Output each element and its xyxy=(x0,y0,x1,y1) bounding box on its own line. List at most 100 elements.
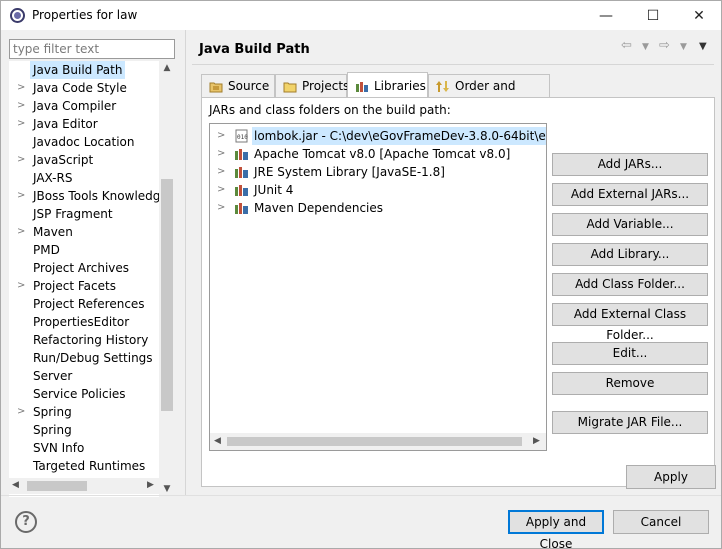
tree-item[interactable]: > Java Code Style xyxy=(9,79,159,97)
tree-item-label: Project Facets xyxy=(33,279,116,293)
expand-chevron-icon[interactable]: > xyxy=(17,115,27,133)
scroll-up-icon[interactable]: ▲ xyxy=(162,63,172,73)
edit-button[interactable]: Edit... xyxy=(552,342,708,365)
remove-button[interactable]: Remove xyxy=(552,372,708,395)
apply-button[interactable]: Apply xyxy=(626,465,716,489)
scrollbar-thumb[interactable] xyxy=(27,481,87,491)
back-arrow-icon[interactable]: ⇦ xyxy=(621,38,632,53)
tree-item-label: Maven xyxy=(33,225,73,239)
expand-chevron-icon[interactable]: > xyxy=(17,97,27,115)
tree-item[interactable]: JAX-RS xyxy=(9,169,159,187)
order-export-icon xyxy=(436,81,449,92)
library-icon xyxy=(235,203,248,214)
tree-item[interactable]: JSP Fragment xyxy=(9,205,159,223)
tree-item-label: Javadoc Location xyxy=(33,135,135,149)
tree-item[interactable]: > JavaScript xyxy=(9,151,159,169)
tree-item-label: Java Code Style xyxy=(33,81,127,95)
tree-item-label: JBoss Tools Knowledge xyxy=(33,189,168,203)
tree-item-label: Server xyxy=(33,369,73,383)
tree-item[interactable]: Java Build Path xyxy=(9,61,159,79)
expand-chevron-icon[interactable]: > xyxy=(217,145,225,163)
tree-item[interactable]: > Maven xyxy=(9,223,159,241)
forward-menu-chevron-icon[interactable]: ▼ xyxy=(680,42,687,52)
tree-item[interactable]: Refactoring History xyxy=(9,331,159,349)
tree-item[interactable]: > Java Compiler xyxy=(9,97,159,115)
expand-chevron-icon[interactable]: > xyxy=(17,277,27,295)
tree-item[interactable]: PropertiesEditor xyxy=(9,313,159,331)
expand-chevron-icon[interactable]: > xyxy=(17,187,27,205)
minimize-button[interactable]: — xyxy=(583,1,629,31)
libraries-icon xyxy=(356,82,368,92)
tree-item[interactable]: Project Archives xyxy=(9,259,159,277)
cancel-button[interactable]: Cancel xyxy=(613,510,709,534)
add-variable-button[interactable]: Add Variable... xyxy=(552,213,708,236)
add-class-folder-button[interactable]: Add Class Folder... xyxy=(552,273,708,296)
back-menu-chevron-icon[interactable]: ▼ xyxy=(642,42,649,52)
tree-item-label: Spring xyxy=(33,423,72,437)
tree-item-label: JAX-RS xyxy=(33,171,73,185)
tab-source[interactable]: Source xyxy=(201,74,275,97)
tree-item-label: PMD xyxy=(33,243,60,257)
tree-item[interactable]: SVN Info xyxy=(9,439,159,457)
add-library-button[interactable]: Add Library... xyxy=(552,243,708,266)
tree-horizontal-scrollbar[interactable]: ◀ ▶ xyxy=(9,478,159,494)
tab-libraries[interactable]: Libraries xyxy=(347,72,428,97)
tree-item[interactable]: PMD xyxy=(9,241,159,259)
tree-item[interactable]: Server xyxy=(9,367,159,385)
tree-item[interactable]: Project References xyxy=(9,295,159,313)
tree-item[interactable]: > Java Editor xyxy=(9,115,159,133)
view-menu-icon[interactable]: ▼ xyxy=(699,41,707,52)
tree-item-label: Refactoring History xyxy=(33,333,149,347)
scroll-left-icon[interactable]: ◀ xyxy=(214,436,221,446)
apply-and-close-button[interactable]: Apply and Close xyxy=(508,510,604,549)
entry-label: Maven Dependencies xyxy=(254,201,384,215)
library-icon xyxy=(235,167,248,178)
filter-input[interactable] xyxy=(9,39,175,59)
scroll-left-icon[interactable]: ◀ xyxy=(12,480,19,490)
tree-item-label: SVN Info xyxy=(33,441,85,455)
help-icon[interactable]: ? xyxy=(15,511,37,533)
add-external-jars-button[interactable]: Add External JARs... xyxy=(552,183,708,206)
tab-projects[interactable]: Projects xyxy=(275,74,349,97)
migrate-jar-button[interactable]: Migrate JAR File... xyxy=(552,411,708,434)
expand-chevron-icon[interactable]: > xyxy=(217,181,225,199)
entry-label: JRE System Library [JavaSE-1.8] xyxy=(254,165,445,179)
tree-vertical-scrollbar[interactable]: ▲ ▼ xyxy=(159,61,175,497)
close-button[interactable]: ✕ xyxy=(676,1,722,31)
maximize-button[interactable]: ☐ xyxy=(630,1,676,31)
projects-folder-icon xyxy=(283,82,297,93)
entries-horizontal-scrollbar[interactable]: ◀ ▶ xyxy=(210,433,546,450)
tree-item-label: Java Build Path xyxy=(30,61,126,79)
tree-item[interactable]: Targeted Runtimes xyxy=(9,457,159,475)
expand-chevron-icon[interactable]: > xyxy=(217,163,225,181)
add-jars-button[interactable]: Add JARs... xyxy=(552,153,708,176)
scroll-right-icon[interactable]: ▶ xyxy=(533,436,540,446)
tree-item[interactable]: Service Policies xyxy=(9,385,159,403)
pane-divider[interactable] xyxy=(185,30,186,495)
add-external-class-folder-button[interactable]: Add External Class Folder... xyxy=(552,303,708,342)
expand-chevron-icon[interactable]: > xyxy=(17,403,27,421)
tree-item[interactable]: > JBoss Tools Knowledge xyxy=(9,187,168,205)
page-title: Java Build Path xyxy=(199,42,310,57)
tab-order-and-export[interactable]: Order and Export xyxy=(428,74,550,115)
scrollbar-thumb[interactable] xyxy=(227,437,522,446)
scrollbar-thumb[interactable] xyxy=(161,179,173,411)
tree-item[interactable]: > Project Facets xyxy=(9,277,159,295)
expand-chevron-icon[interactable]: > xyxy=(17,79,27,97)
forward-arrow-icon[interactable]: ⇨ xyxy=(659,38,670,53)
expand-chevron-icon[interactable]: > xyxy=(17,151,27,169)
tree-item[interactable]: > Spring xyxy=(9,403,159,421)
properties-tree: Java Build Path > Java Code Style > Java Com… xyxy=(9,61,175,497)
entry-label: Apache Tomcat v8.0 [Apache Tomcat v8.0] xyxy=(254,147,511,161)
tree-item[interactable]: Javadoc Location xyxy=(9,133,159,151)
expand-chevron-icon[interactable]: > xyxy=(17,223,27,241)
scroll-right-icon[interactable]: ▶ xyxy=(147,480,154,490)
tree-item-label: Java Editor xyxy=(33,117,98,131)
tree-item[interactable]: Spring xyxy=(9,421,159,439)
scroll-down-icon[interactable]: ▼ xyxy=(162,484,172,494)
expand-chevron-icon[interactable]: > xyxy=(217,199,225,217)
tree-item[interactable]: Run/Debug Settings xyxy=(9,349,159,367)
jar-file-icon: 010 xyxy=(235,129,248,143)
tree-item-label: Run/Debug Settings xyxy=(33,351,153,365)
expand-chevron-icon[interactable]: > xyxy=(217,127,225,145)
